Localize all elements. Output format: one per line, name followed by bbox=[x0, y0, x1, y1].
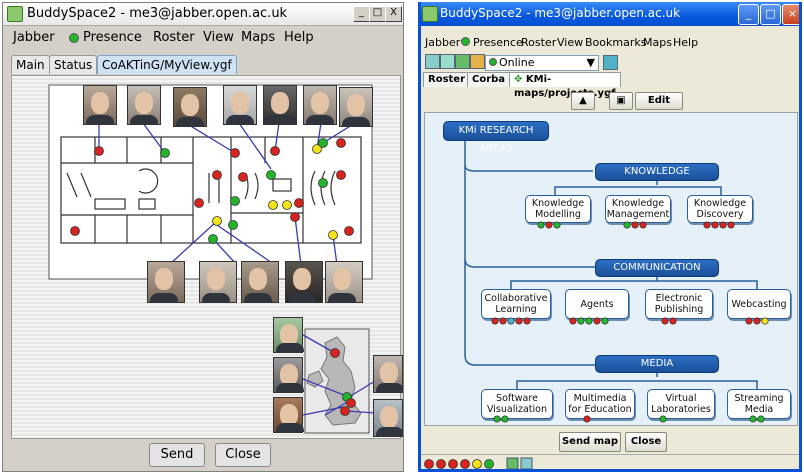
menu-roster[interactable]: Roster bbox=[521, 36, 556, 49]
status-select[interactable]: Online ▼ bbox=[485, 55, 599, 71]
buddy-photo[interactable] bbox=[273, 397, 304, 433]
presence-dots bbox=[491, 221, 769, 423]
menu-presence[interactable]: Presence bbox=[473, 36, 523, 49]
right-menu-bar: Jabber Presence Roster View Bookmarks Ma… bbox=[421, 36, 799, 52]
status-bar bbox=[421, 454, 799, 469]
uk-map bbox=[302, 328, 376, 434]
online-dot-icon bbox=[489, 58, 497, 66]
buddy-photo[interactable] bbox=[373, 399, 403, 437]
status-bar-icons bbox=[424, 457, 533, 469]
concept-map-canvas: KMi RESEARCH AREAS KNOWLEDGE COMMUNICATI… bbox=[424, 112, 798, 426]
tab-label: KMi-maps/projects.ygf bbox=[514, 74, 616, 99]
menu-bookmarks[interactable]: Bookmarks bbox=[585, 36, 646, 49]
window-icon[interactable] bbox=[603, 55, 618, 70]
tab-kmi-maps-projects[interactable]: ✥ KMi-maps/projects.ygf bbox=[509, 72, 621, 99]
buddy-photo[interactable] bbox=[373, 355, 403, 393]
close-button[interactable]: Close bbox=[215, 443, 271, 467]
lock-button[interactable]: ▣ bbox=[609, 92, 633, 110]
right-title-bar: BuddySpace2 - me3@jabber.open.ac.uk _ □ … bbox=[421, 2, 799, 26]
left-window: BuddySpace2 - me3@jabber.open.ac.uk _ □ … bbox=[2, 2, 404, 472]
menu-help[interactable]: Help bbox=[673, 36, 698, 49]
status-select-value: Online bbox=[499, 56, 535, 69]
filter-icon[interactable] bbox=[455, 54, 470, 69]
menu-view[interactable]: View bbox=[557, 36, 583, 49]
maximize-button[interactable]: □ bbox=[760, 4, 781, 25]
close-button[interactable]: Close bbox=[625, 432, 667, 452]
close-window-button[interactable]: × bbox=[782, 4, 799, 25]
menu-maps[interactable]: Maps bbox=[643, 36, 672, 49]
tab-roster[interactable]: Roster bbox=[423, 72, 471, 87]
edit-button[interactable]: Edit bbox=[635, 92, 683, 110]
tab-corba[interactable]: Corba bbox=[467, 72, 511, 87]
group-icon[interactable] bbox=[440, 54, 455, 69]
right-window-title: BuddySpace2 - me3@jabber.open.ac.uk bbox=[440, 6, 681, 20]
buddy-photo[interactable] bbox=[273, 357, 304, 393]
image-button[interactable]: ▲ bbox=[571, 92, 595, 110]
map-icon: ✥ bbox=[514, 74, 526, 85]
chevron-down-icon: ▼ bbox=[586, 56, 595, 69]
send-map-button[interactable]: Send map bbox=[559, 432, 621, 452]
buddyspace-icon bbox=[422, 6, 438, 22]
minimize-button[interactable]: _ bbox=[738, 4, 759, 25]
right-window: BuddySpace2 - me3@jabber.open.ac.uk _ □ … bbox=[418, 2, 802, 472]
buddy-photo[interactable] bbox=[273, 317, 304, 353]
add-contact-icon[interactable] bbox=[470, 54, 485, 69]
send-button[interactable]: Send bbox=[149, 443, 205, 467]
menu-jabber[interactable]: Jabber bbox=[425, 36, 460, 49]
search-icon[interactable] bbox=[425, 54, 440, 69]
